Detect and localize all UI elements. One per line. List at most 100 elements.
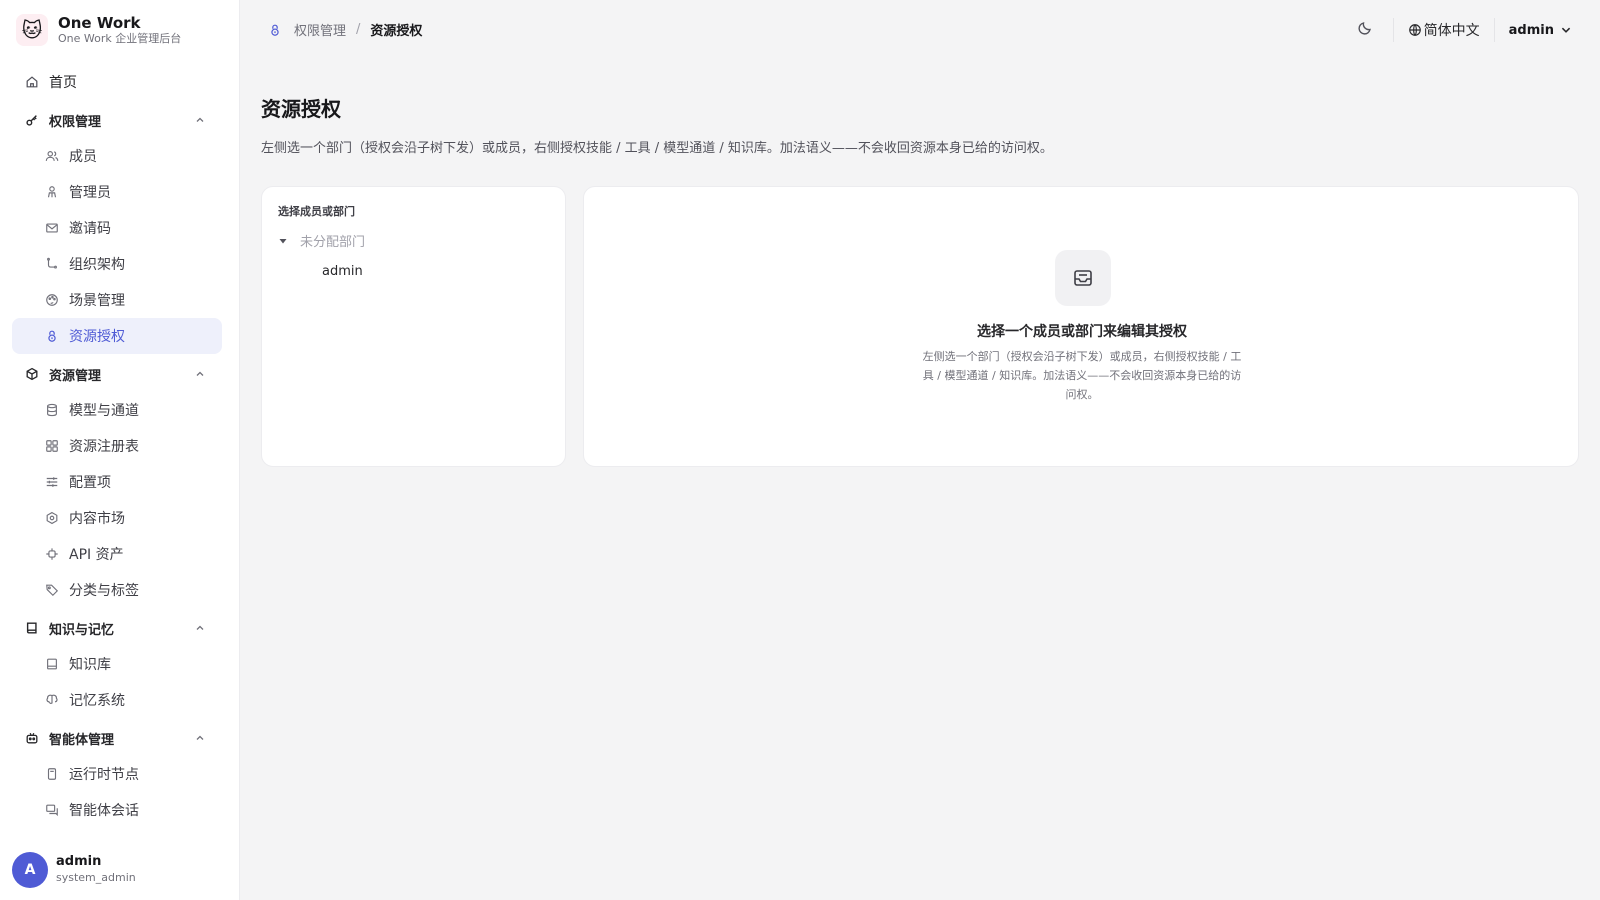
sidebar-item-marketplace[interactable]: 内容市场: [12, 500, 222, 536]
selector-label: 选择成员或部门: [278, 205, 355, 218]
sidebar-group-agents[interactable]: 智能体管理: [12, 720, 222, 756]
database-icon: [44, 402, 60, 418]
user-name: admin: [56, 854, 102, 869]
divider: [1493, 18, 1495, 42]
sidebar-nav: 首页 权限管理 成员 管理员 邀请码 组织架构 场景管理 资源授权 资源管理 模…: [12, 64, 222, 828]
server-icon: [44, 766, 60, 782]
sidebar-group-label: 资源管理: [49, 368, 102, 384]
sidebar-item-resource-auth[interactable]: 资源授权: [12, 318, 222, 354]
globe-icon: [1408, 23, 1422, 37]
robot-icon: [24, 730, 40, 746]
sidebar-item-models-channels[interactable]: 模型与通道: [12, 392, 222, 428]
breadcrumb-parent[interactable]: 权限管理: [294, 20, 346, 39]
sidebar-group-label: 知识与记忆: [49, 622, 115, 638]
sidebar-item-label: 记忆系统: [69, 693, 125, 709]
sidebar-group-permissions[interactable]: 权限管理: [12, 102, 222, 138]
sidebar-item-invite-codes[interactable]: 邀请码: [12, 210, 222, 246]
moon-icon: [1357, 20, 1373, 40]
sidebar-item-api-assets[interactable]: API 资产: [12, 536, 222, 572]
key-icon: [24, 112, 40, 128]
chevron-up-icon[interactable]: [192, 112, 208, 128]
account-menu[interactable]: admin: [1509, 23, 1572, 38]
selector-panel: 选择成员或部门 未分配部门 admin: [261, 186, 566, 467]
empty-state: 选择一个成员或部门来编辑其授权 左侧选一个部门（授权会沿子树下发）或成员，右侧授…: [584, 187, 1580, 468]
caret-down-icon[interactable]: [278, 236, 288, 246]
sidebar-item-runtime-nodes[interactable]: 运行时节点: [12, 756, 222, 792]
theme-toggle-button[interactable]: [1351, 16, 1379, 44]
brand[interactable]: 🐱 One Work One Work 企业管理后台: [16, 14, 181, 46]
app-subtitle: One Work 企业管理后台: [58, 32, 182, 45]
user-admin-icon: [44, 184, 60, 200]
sidebar-item-label: 模型与通道: [69, 403, 139, 419]
grid-icon: [44, 438, 60, 454]
sidebar-item-label: 邀请码: [69, 221, 111, 237]
breadcrumb-current: 资源授权: [370, 24, 423, 39]
sidebar-item-home[interactable]: 首页: [12, 64, 222, 100]
chevron-up-icon[interactable]: [192, 730, 208, 746]
sidebar-item-label: 智能体会话: [69, 803, 139, 819]
sidebar-item-label: 内容市场: [69, 511, 125, 527]
sidebar-item-label: 成员: [69, 149, 97, 165]
page-description: 左侧选一个部门（授权会沿子树下发）或成员，右侧授权技能 / 工具 / 模型通道 …: [261, 141, 1053, 156]
sidebar-item-label: 资源注册表: [69, 439, 139, 455]
page-title: 资源授权: [261, 97, 341, 121]
avatar: A: [12, 852, 48, 888]
breadcrumb: 权限管理 / 资源授权: [268, 20, 422, 39]
authorization-panel: 选择一个成员或部门来编辑其授权 左侧选一个部门（授权会沿子树下发）或成员，右侧授…: [583, 186, 1579, 467]
sidebar-item-label: 组织架构: [69, 257, 125, 273]
empty-state-description: 左侧选一个部门（授权会沿子树下发）或成员，右侧授权技能 / 工具 / 模型通道 …: [922, 350, 1242, 401]
inbox-icon: [1055, 250, 1111, 306]
mail-icon: [44, 220, 60, 236]
empty-state-title: 选择一个成员或部门来编辑其授权: [977, 324, 1187, 340]
chat-icon: [44, 802, 60, 818]
sidebar: 🐱 One Work One Work 企业管理后台 首页 权限管理 成员 管理…: [0, 0, 240, 900]
palette-icon: [44, 292, 60, 308]
chevron-up-icon[interactable]: [192, 366, 208, 382]
tree-node-department[interactable]: 未分配部门: [278, 231, 365, 250]
users-icon: [44, 148, 60, 164]
divider: [1392, 18, 1394, 42]
sidebar-item-org-structure[interactable]: 组织架构: [12, 246, 222, 282]
sidebar-item-label: 配置项: [69, 475, 111, 491]
current-user[interactable]: A admin system_admin: [12, 852, 136, 888]
app-name: One Work: [58, 14, 141, 32]
sidebar-item-agent-sessions[interactable]: 智能体会话: [12, 792, 222, 828]
sliders-icon: [44, 474, 60, 490]
org-tree-icon: [44, 256, 60, 272]
sidebar-item-knowledge-base[interactable]: 知识库: [12, 646, 222, 682]
sidebar-item-label: 场景管理: [69, 293, 125, 309]
sidebar-item-label: API 资产: [69, 547, 124, 563]
sidebar-item-config[interactable]: 配置项: [12, 464, 222, 500]
sidebar-group-knowledge[interactable]: 知识与记忆: [12, 610, 222, 646]
sidebar-item-memory-system[interactable]: 记忆系统: [12, 682, 222, 718]
tag-icon: [44, 582, 60, 598]
sidebar-item-scenes[interactable]: 场景管理: [12, 282, 222, 318]
home-icon: [24, 74, 40, 90]
sidebar-item-admins[interactable]: 管理员: [12, 174, 222, 210]
breadcrumb-separator: /: [356, 22, 361, 37]
plug-icon: [44, 546, 60, 562]
app-logo: 🐱: [16, 14, 48, 46]
chevron-down-icon: [1560, 24, 1572, 36]
sidebar-item-label: 管理员: [69, 185, 111, 201]
sidebar-item-label: 首页: [49, 75, 77, 91]
language-label: 简体中文: [1423, 23, 1480, 39]
sidebar-item-label: 运行时节点: [69, 767, 139, 783]
chevron-up-icon[interactable]: [192, 620, 208, 636]
sidebar-item-label: 分类与标签: [69, 583, 139, 599]
language-selector[interactable]: 简体中文: [1408, 20, 1480, 40]
top-actions: 简体中文 admin: [1351, 16, 1572, 44]
sidebar-group-label: 智能体管理: [49, 732, 115, 748]
hexagon-icon: [44, 510, 60, 526]
sidebar-item-categories-tags[interactable]: 分类与标签: [12, 572, 222, 608]
book-icon: [24, 620, 40, 636]
topbar: 权限管理 / 资源授权 简体中文 admin: [240, 0, 1600, 58]
account-name: admin: [1508, 22, 1554, 38]
tree-node-member[interactable]: admin: [322, 264, 363, 279]
cube-icon: [24, 366, 40, 382]
sidebar-group-resources[interactable]: 资源管理: [12, 356, 222, 392]
sidebar-item-resource-registry[interactable]: 资源注册表: [12, 428, 222, 464]
notebook-icon: [44, 656, 60, 672]
lock-icon: [44, 328, 60, 344]
sidebar-item-members[interactable]: 成员: [12, 138, 222, 174]
